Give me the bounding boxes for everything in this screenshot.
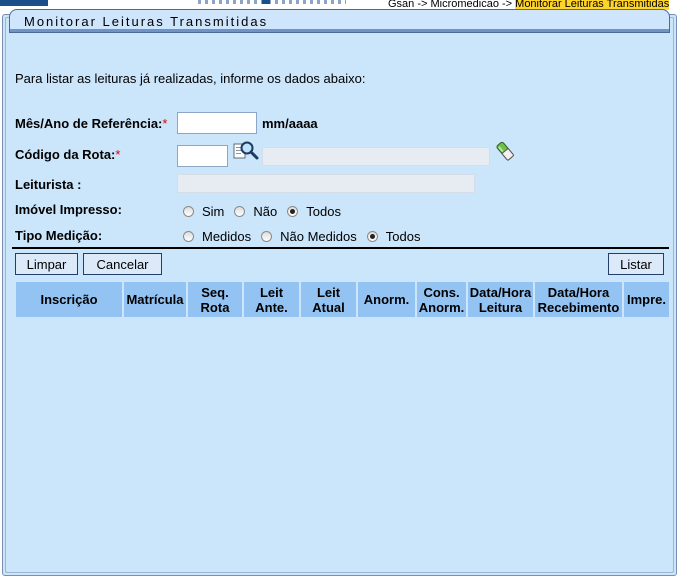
radio-imovel-sim[interactable] xyxy=(183,206,194,217)
instructions-text: Para listar as leituras já realizadas, i… xyxy=(15,71,366,86)
required-marker: * xyxy=(162,116,168,131)
column-header-line1: Impre. xyxy=(626,292,666,307)
radio-imovel-sim-label: Sim xyxy=(202,204,225,219)
page-title: Monitorar Leituras Transmitidas xyxy=(24,14,269,29)
column-header: Matrícula xyxy=(124,282,188,317)
column-header: Impre. xyxy=(624,282,669,317)
column-header-line2: Atual xyxy=(312,299,345,315)
column-header: Leit Ante. xyxy=(244,282,301,317)
column-header-line1: Seq. xyxy=(201,284,229,300)
results-table-header: Inscrição Matrícula Seq. Rota Leit Ante. Leit A… xyxy=(16,282,669,317)
column-header-line1: Cons. xyxy=(423,284,460,300)
required-marker: * xyxy=(115,147,121,162)
mes-ano-label: Mês/Ano de Referência:* xyxy=(15,116,168,131)
column-header: Data/Hora Recebimento xyxy=(535,282,624,317)
radio-medidos-label: Medidos xyxy=(202,229,252,244)
column-header-line1: Matrícula xyxy=(126,292,184,307)
column-header: Cons. Anorm. xyxy=(417,282,468,317)
radio-medicao-todos[interactable] xyxy=(366,231,378,242)
tipo-medicao-label: Tipo Medição: xyxy=(15,228,103,243)
column-header-line1: Leit xyxy=(316,284,341,300)
header-bar-accent xyxy=(0,0,48,6)
leiturista-label: Leiturista : xyxy=(15,177,82,192)
header-dark-block xyxy=(262,0,270,4)
eraser-icon[interactable] xyxy=(493,139,517,163)
codigo-rota-description xyxy=(262,147,490,166)
radio-nao-medidos-label: Não Medidos xyxy=(280,229,357,244)
page-title-bar: Monitorar Leituras Transmitidas xyxy=(9,9,670,33)
leiturista-input xyxy=(177,174,475,193)
imovel-impresso-options: Sim Não Todos xyxy=(183,204,351,219)
radio-imovel-nao-label: Não xyxy=(253,204,278,219)
radio-imovel-todos[interactable] xyxy=(287,206,299,217)
column-header: Seq. Rota xyxy=(188,282,244,317)
column-header-line1: Inscrição xyxy=(40,292,98,307)
column-header-line2: Anorm. xyxy=(418,299,465,315)
column-header-line2: Ante. xyxy=(255,299,288,315)
radio-imovel-nao[interactable] xyxy=(234,206,246,217)
column-header: Anorm. xyxy=(358,282,417,317)
codigo-rota-input[interactable] xyxy=(177,145,228,167)
column-header-line2: Recebimento xyxy=(537,299,620,315)
column-header-line1: Data/Hora xyxy=(469,284,532,300)
radio-nao-medidos[interactable] xyxy=(261,231,273,242)
mes-ano-unit: mm/aaaa xyxy=(262,116,318,131)
radio-imovel-todos-label: Todos xyxy=(306,204,341,219)
cancelar-button[interactable]: Cancelar xyxy=(83,253,162,275)
column-header-line1: Anorm. xyxy=(363,292,410,307)
column-header: Inscrição xyxy=(16,282,124,317)
radio-medicao-todos-label: Todos xyxy=(385,229,421,244)
magnifier-icon[interactable] xyxy=(233,140,259,162)
limpar-button[interactable]: Limpar xyxy=(15,253,78,275)
header-stripes xyxy=(198,0,346,4)
column-header-line2: Leitura xyxy=(478,299,523,315)
column-header-line1: Data/Hora xyxy=(547,284,610,300)
column-header: Leit Atual xyxy=(301,282,358,317)
radio-medidos[interactable] xyxy=(183,231,194,242)
column-header-line2: Rota xyxy=(200,299,230,315)
mes-ano-input[interactable] xyxy=(177,112,257,134)
column-header-line1: Leit xyxy=(259,284,284,300)
column-header: Data/Hora Leitura xyxy=(468,282,535,317)
codigo-rota-label: Código da Rota:* xyxy=(15,147,121,162)
listar-button[interactable]: Listar xyxy=(608,253,664,275)
imovel-impresso-label: Imóvel Impresso: xyxy=(15,202,122,217)
separator-line xyxy=(12,247,669,249)
tipo-medicao-options: Medidos Não Medidos Todos xyxy=(183,229,430,244)
